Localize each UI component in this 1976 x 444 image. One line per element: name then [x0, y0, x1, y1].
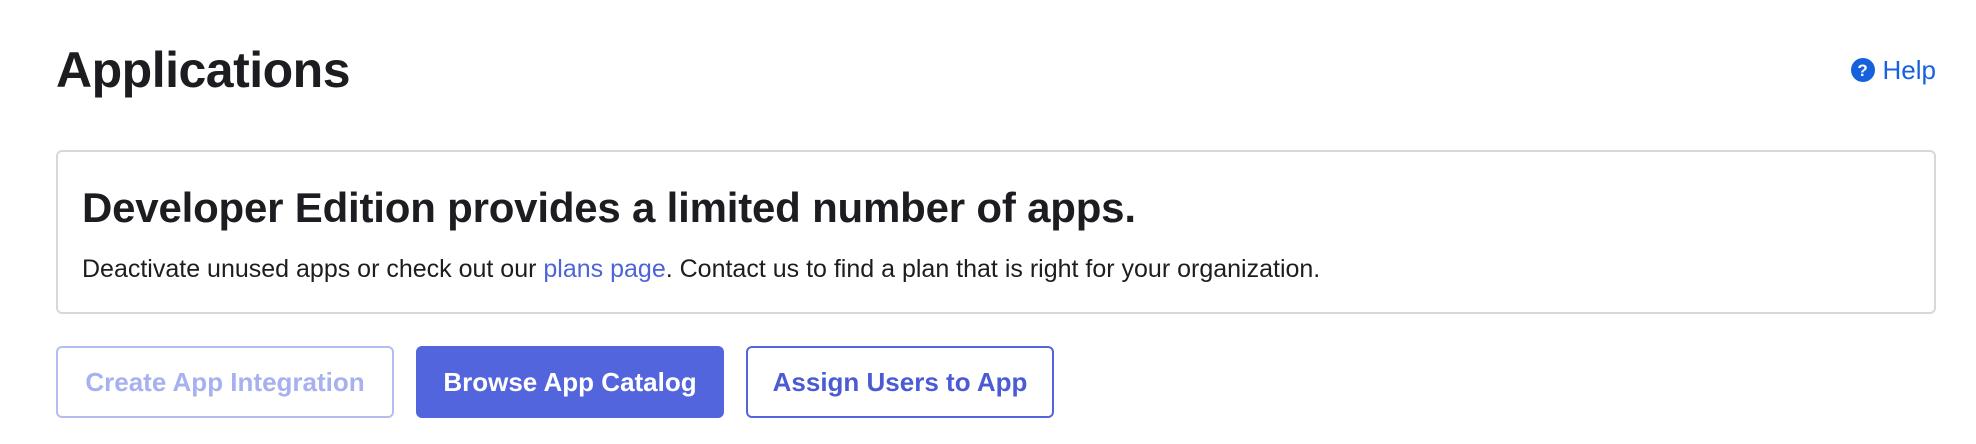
action-buttons: Create App Integration Browse App Catalo…: [56, 346, 1054, 418]
browse-app-catalog-button[interactable]: Browse App Catalog: [416, 346, 724, 418]
help-link[interactable]: ? Help: [1850, 52, 1936, 88]
page-title: Applications: [56, 42, 351, 98]
developer-edition-callout: Developer Edition provides a limited num…: [56, 150, 1936, 314]
callout-body: Deactivate unused apps or check out our …: [82, 252, 1320, 286]
applications-page: Applications ? Help Developer Edition pr…: [0, 0, 1976, 444]
create-app-integration-button[interactable]: Create App Integration: [56, 346, 394, 418]
assign-users-to-app-button[interactable]: Assign Users to App: [746, 346, 1054, 418]
callout-body-text-before: Deactivate unused apps or check out our: [82, 255, 544, 283]
callout-body-text-after: . Contact us to find a plan that is righ…: [665, 255, 1321, 283]
question-circle-icon: ?: [1850, 58, 1875, 82]
plans-page-link[interactable]: plans page: [543, 255, 665, 283]
help-label: Help: [1882, 55, 1936, 85]
callout-title: Developer Edition provides a limited num…: [82, 184, 1136, 231]
